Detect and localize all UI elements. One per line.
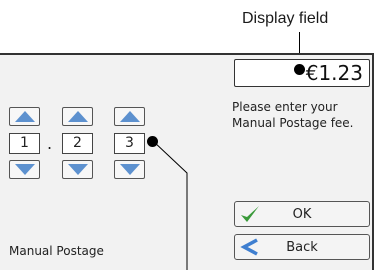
digit-1-down-button[interactable] (9, 160, 40, 179)
digit-3-up-button[interactable] (114, 107, 145, 126)
back-button[interactable]: Back (234, 234, 370, 260)
digit-marker-dot (147, 136, 158, 147)
triangle-up-icon (119, 111, 140, 122)
display-field-callout-label: Display field (242, 10, 329, 27)
triangle-up-icon (14, 111, 35, 122)
triangle-down-icon (67, 164, 88, 175)
digit-2-up-button[interactable] (62, 107, 93, 126)
triangle-down-icon (119, 164, 140, 175)
digit-3-down-button[interactable] (114, 160, 145, 179)
decimal-separator: . (47, 134, 53, 153)
triangle-down-icon (14, 164, 35, 175)
display-value: €1.23 (305, 61, 363, 85)
ok-button[interactable]: OK (234, 201, 370, 227)
display-marker-dot (294, 64, 305, 75)
digit-3-field[interactable]: 3 (114, 133, 145, 154)
back-button-label: Back (286, 240, 318, 255)
digit-1-field[interactable]: 1 (9, 133, 40, 154)
triangle-up-icon (67, 111, 88, 122)
screen-title: Manual Postage (9, 244, 104, 258)
instruction-text: Please enter your Manual Postage fee. (232, 100, 354, 130)
digit-1-up-button[interactable] (9, 107, 40, 126)
digit-2-field[interactable]: 2 (62, 133, 93, 154)
digit-2-down-button[interactable] (62, 160, 93, 179)
ok-button-label: OK (292, 207, 312, 222)
